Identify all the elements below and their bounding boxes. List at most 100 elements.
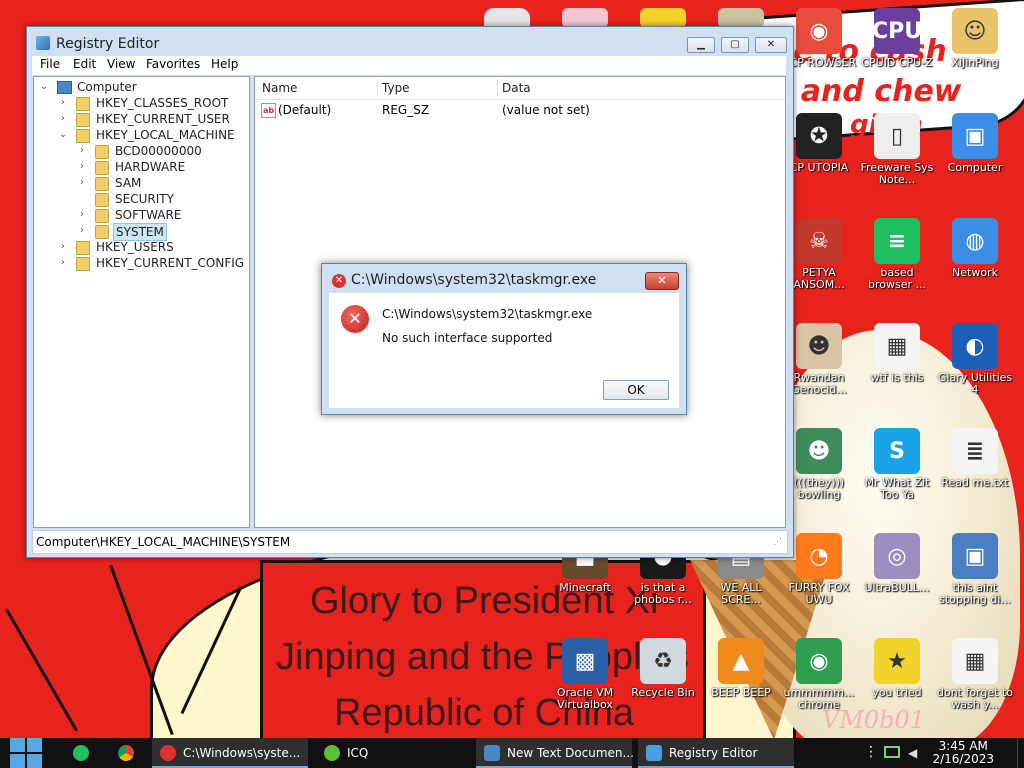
chevron-right-icon[interactable]: › [58, 95, 68, 111]
windows-logo-icon [27, 738, 42, 752]
tree-item-bcd[interactable]: › BCD00000000 [77, 143, 242, 159]
column-header-name[interactable]: Name [262, 81, 297, 95]
desktop-icon[interactable]: ▦ dont forget to wash y... [935, 638, 1015, 711]
desktop-icon[interactable]: S Mr What Zit Too Ya [857, 428, 937, 501]
start-button[interactable] [10, 738, 42, 768]
desktop-icon[interactable]: ◎ UltraBULL... [857, 533, 937, 594]
computer-icon: ▣ [952, 113, 998, 159]
taskbar-item-notepad[interactable]: New Text Documen... [476, 738, 634, 768]
tree-item-sam[interactable]: › SAM [77, 175, 242, 191]
windows-logo-icon [27, 754, 42, 768]
tree-label: SOFTWARE [115, 208, 182, 222]
text-file-icon: ≣ [952, 428, 998, 474]
error-dialog[interactable]: ✕ C:\Windows\system32\taskmgr.exe ✕ ✕ C:… [321, 263, 687, 415]
column-header-data[interactable]: Data [502, 81, 531, 95]
menu-favorites[interactable]: Favorites [146, 57, 200, 71]
desktop-icon[interactable]: ◍ Network [935, 218, 1015, 279]
error-icon: ✕ [332, 274, 346, 288]
maximize-button[interactable]: ▢ [721, 37, 749, 53]
chevron-right-icon[interactable]: › [77, 223, 87, 239]
computer-setup-icon: ▣ [952, 533, 998, 579]
value-name: (Default) [278, 103, 332, 117]
tree-item-hardware[interactable]: › HARDWARE [77, 159, 242, 175]
taskbar-item-regedit[interactable]: Registry Editor [638, 738, 794, 768]
tree-label: SECURITY [115, 192, 174, 206]
chevron-right-icon[interactable]: › [77, 175, 87, 191]
error-icon: ✕ [341, 305, 369, 333]
table-row[interactable]: ab (Default) REG_SZ (value not set) [255, 102, 785, 118]
network-tray-icon[interactable] [884, 746, 900, 758]
tree-item-hkcu[interactable]: › HKEY_CURRENT_USER [58, 111, 243, 127]
chrome-pinned-icon[interactable] [118, 745, 134, 761]
virtualbox-icon: ▩ [562, 638, 608, 684]
chevron-right-icon[interactable]: › [58, 239, 68, 255]
show-desktop-button[interactable] [1017, 738, 1024, 768]
ok-button[interactable]: OK [603, 380, 669, 400]
desktop-icon-label: Freeware Sys Note... [860, 161, 934, 186]
tree-item-system[interactable]: › SYSTEM [77, 223, 242, 241]
chevron-down-icon[interactable]: ⌄ [39, 79, 49, 95]
tree-item-software[interactable]: › SOFTWARE [77, 207, 242, 223]
folder-icon [95, 177, 109, 191]
bubble-text-2: e and chew [770, 74, 962, 109]
taskbar-label: C:\Windows\syste... [183, 746, 301, 760]
tree-label: Computer [77, 80, 137, 94]
menu-file[interactable]: File [40, 57, 60, 71]
desktop-icon-label: WE ALL SCRE... [720, 581, 762, 606]
chevron-down-icon[interactable]: ⌄ [58, 127, 68, 143]
value-type: REG_SZ [382, 103, 430, 117]
system-clock[interactable]: 3:45 AM 2/16/2023 [932, 740, 994, 766]
desktop-icon[interactable]: ▯ Freeware Sys Note... [857, 113, 937, 186]
desktop-icon[interactable]: ◉ ummmmm... chrome [779, 638, 859, 711]
close-button[interactable]: ✕ [755, 37, 787, 53]
resize-grip-icon[interactable]: ⋰ [773, 537, 782, 547]
chevron-right-icon[interactable]: › [77, 143, 87, 159]
desktop-icon[interactable]: ≣ Read me.txt [935, 428, 1015, 489]
tree-label: HKEY_CLASSES_ROOT [96, 96, 229, 110]
tree-item-hkcr[interactable]: › HKEY_CLASSES_ROOT [58, 95, 243, 111]
desktop-icon[interactable]: ≡ based browser ... [857, 218, 937, 291]
chat-pinned-icon[interactable] [73, 745, 89, 761]
chevron-right-icon[interactable]: › [58, 255, 68, 271]
folder-icon [95, 193, 109, 207]
desktop-icon-label: ummmmm... chrome [783, 686, 855, 711]
desktop-icon[interactable]: ▩ Oracle VM Virtualbox [545, 638, 625, 711]
desktop-icon[interactable]: ▣ this aint stopping di... [935, 533, 1015, 606]
window-titlebar[interactable]: Registry Editor ▁ ▢ ✕ [27, 27, 793, 57]
taskbar-item-icq[interactable]: ICQ [316, 738, 472, 768]
folder-icon [95, 225, 109, 239]
column-header-type[interactable]: Type [382, 81, 410, 95]
tree-item-hku[interactable]: › HKEY_USERS [58, 239, 243, 255]
desktop-icon-label: Computer [947, 161, 1003, 174]
menu-view[interactable]: View [107, 57, 135, 71]
network-icon: ◍ [952, 218, 998, 264]
tree-item-hkcc[interactable]: › HKEY_CURRENT_CONFIG [58, 255, 244, 271]
menu-edit[interactable]: Edit [73, 57, 96, 71]
desktop-icon[interactable]: ▣ Computer [935, 113, 1015, 174]
chevron-right-icon[interactable]: › [77, 159, 87, 175]
desktop-icon[interactable]: CPU CPUID CPU-Z [857, 8, 937, 69]
taskbar-item-error[interactable]: C:\Windows\syste... [152, 738, 308, 768]
menu-help[interactable]: Help [211, 57, 238, 71]
minimize-button[interactable]: ▁ [687, 37, 715, 53]
column-divider[interactable] [497, 79, 498, 97]
desktop-icon[interactable]: ☺ XiJinPing [935, 8, 1015, 69]
folder-icon [76, 113, 90, 127]
windows-logo-icon [10, 738, 25, 752]
desktop-icon[interactable]: ♻ Recycle Bin [623, 638, 703, 699]
column-divider[interactable] [377, 79, 378, 97]
tree-item-computer[interactable]: ⌄ Computer [39, 79, 239, 95]
tree-item-hklm[interactable]: ⌄ HKEY_LOCAL_MACHINE [58, 127, 243, 143]
desktop-icon[interactable]: ▲ BEEP BEEP [701, 638, 781, 699]
overflow-dots-icon[interactable]: ⋮ [864, 745, 878, 759]
desktop-icon[interactable]: ★ you tried [857, 638, 937, 699]
chat-bubble-icon: ≡ [874, 218, 920, 264]
dialog-close-button[interactable]: ✕ [645, 272, 679, 290]
chevron-right-icon[interactable]: › [58, 111, 68, 127]
registry-tree[interactable]: ⌄ Computer › HKEY_CLASSES_ROOT › HKEY_CU… [33, 76, 250, 528]
chevron-right-icon[interactable]: › [77, 207, 87, 223]
volume-tray-icon[interactable]: ◀ [908, 746, 922, 760]
desktop-icon[interactable]: ◐ Glary Utilities 4 [935, 323, 1015, 396]
tree-item-security[interactable]: SECURITY [77, 191, 242, 207]
desktop-icon[interactable]: ▦ wtf is this [857, 323, 937, 384]
